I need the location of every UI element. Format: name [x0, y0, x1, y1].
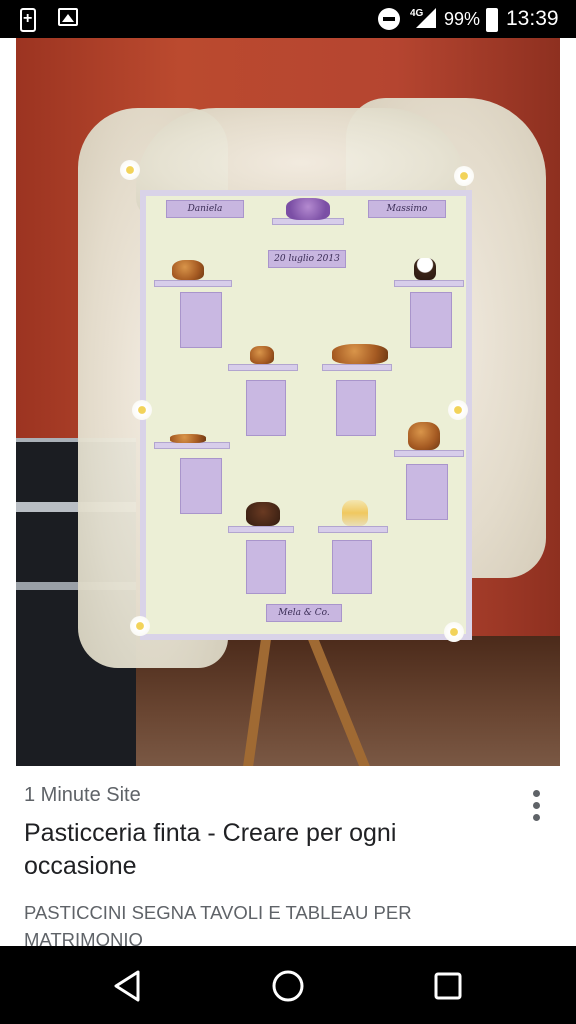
shelf — [154, 280, 232, 287]
table-card — [246, 380, 286, 436]
clock: 13:39 — [506, 7, 559, 30]
back-icon[interactable] — [108, 968, 148, 1004]
battery-saver-icon — [20, 8, 36, 32]
flower — [448, 400, 468, 420]
table-card — [246, 540, 286, 594]
name-label-right: Massimo — [368, 200, 446, 218]
pastry — [414, 258, 436, 280]
shelf — [228, 526, 294, 533]
pastry — [172, 260, 204, 280]
shelf — [322, 364, 392, 371]
pastry — [246, 502, 280, 526]
table-card — [332, 540, 372, 594]
pastry — [332, 344, 388, 364]
shelf — [228, 364, 298, 371]
flower — [120, 160, 140, 180]
result-image[interactable]: Daniela Massimo 20 luglio 2013 Mela & Co… — [16, 38, 560, 766]
result-caption[interactable]: 1 Minute Site Pasticceria finta - Creare… — [0, 766, 576, 947]
shelf — [318, 526, 388, 533]
shelf — [394, 280, 464, 287]
flower — [132, 400, 152, 420]
footer-label: Mela & Co. — [266, 604, 342, 622]
signal-icon — [416, 8, 436, 28]
date-label: 20 luglio 2013 — [268, 250, 346, 268]
shelf — [394, 450, 464, 457]
cake-topper — [286, 198, 330, 220]
status-bar: 4G 99% 13:39 — [0, 0, 576, 38]
image-notification-icon — [58, 8, 78, 26]
seating-board: Daniela Massimo 20 luglio 2013 Mela & Co… — [140, 190, 472, 640]
navigation-bar — [0, 946, 576, 1024]
flower — [130, 616, 150, 636]
table-card — [406, 464, 448, 520]
battery-icon — [486, 8, 498, 32]
table-card — [180, 458, 222, 514]
more-vert-icon[interactable] — [520, 786, 552, 826]
table-card — [410, 292, 452, 348]
pastry — [250, 346, 274, 364]
name-label-left: Daniela — [166, 200, 244, 218]
source-site[interactable]: 1 Minute Site — [24, 784, 141, 807]
pastry — [342, 500, 368, 526]
home-icon[interactable] — [268, 968, 308, 1004]
shelf — [154, 442, 230, 449]
recents-icon[interactable] — [428, 968, 468, 1004]
pastry — [170, 434, 206, 443]
table-card — [336, 380, 376, 436]
pastry — [408, 422, 440, 450]
table-card — [180, 292, 222, 348]
result-title[interactable]: Pasticceria finta - Creare per ogni occa… — [24, 817, 494, 883]
flower — [444, 622, 464, 642]
flower — [454, 166, 474, 186]
battery-percent: 99% — [444, 9, 481, 29]
do-not-disturb-icon — [378, 8, 400, 30]
result-description: PASTICCINI SEGNA TAVOLI E TABLEAU PER MA… — [24, 902, 412, 947]
